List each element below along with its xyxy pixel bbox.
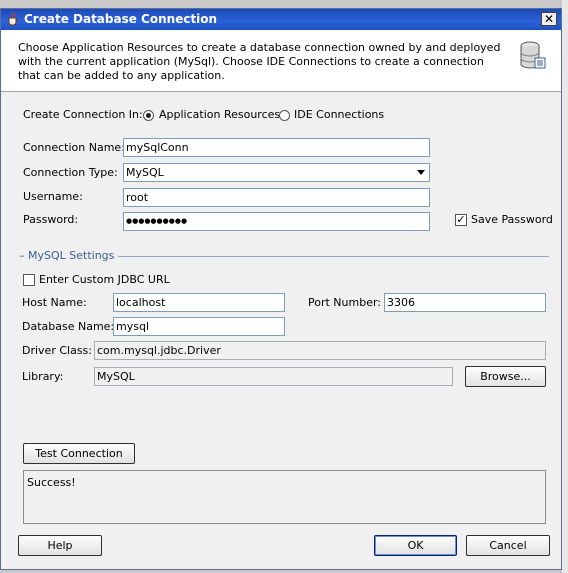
mysql-settings-title[interactable]: – MySQL Settings: [19, 249, 119, 263]
connection-type-value: MySQL: [126, 166, 164, 179]
create-database-connection-dialog: Create Database Connection ✕ Choose Appl…: [0, 8, 562, 570]
header-banner: Choose Application Resources to create a…: [1, 30, 561, 92]
driver-class-field: com.mysql.jdbc.Driver: [94, 341, 546, 360]
background-window: [562, 0, 568, 573]
close-button[interactable]: ✕: [541, 12, 557, 26]
java-cup-icon: [8, 12, 18, 26]
password-input[interactable]: ●●●●●●●●●●: [123, 212, 430, 231]
database-icon: [520, 41, 546, 69]
host-name-label: Host Name:: [22, 296, 87, 309]
banner-description: Choose Application Resources to create a…: [18, 41, 501, 82]
radio-application-resources-label[interactable]: Application Resources: [159, 108, 280, 122]
connection-type-select[interactable]: MySQL: [123, 163, 430, 182]
test-connection-button[interactable]: Test Connection: [23, 443, 135, 464]
library-field: MySQL: [94, 367, 453, 386]
connection-name-label: Connection Name:: [23, 141, 125, 154]
window-title: Create Database Connection: [24, 12, 218, 26]
host-name-input[interactable]: localhost: [113, 293, 285, 312]
save-password-label[interactable]: Save Password: [471, 213, 553, 227]
username-input[interactable]: root: [123, 188, 430, 207]
custom-jdbc-label[interactable]: Enter Custom JDBC URL: [39, 273, 170, 287]
create-connection-in-label: Create Connection In:: [23, 108, 143, 121]
port-number-input[interactable]: 3306: [384, 293, 546, 312]
port-number-label: Port Number:: [308, 296, 382, 309]
help-button[interactable]: Help: [18, 535, 102, 556]
test-result-text: Success!: [27, 476, 76, 489]
cancel-button[interactable]: Cancel: [466, 535, 550, 556]
radio-ide-connections-label[interactable]: IDE Connections: [294, 108, 384, 122]
radio-application-resources[interactable]: [143, 110, 154, 121]
chevron-down-icon: [417, 170, 425, 175]
radio-ide-connections[interactable]: [279, 110, 290, 121]
password-label: Password:: [23, 213, 79, 226]
title-bar[interactable]: Create Database Connection ✕: [1, 9, 561, 30]
save-password-checkbox[interactable]: ✓: [455, 214, 467, 226]
library-label: Library:: [22, 370, 64, 383]
connection-name-input[interactable]: mySqlConn: [123, 138, 430, 157]
connection-type-label: Connection Type:: [23, 166, 118, 179]
database-name-input[interactable]: mysql: [113, 317, 285, 336]
username-label: Username:: [23, 190, 83, 203]
ok-button[interactable]: OK: [374, 535, 457, 556]
custom-jdbc-checkbox[interactable]: [23, 274, 35, 286]
browse-button[interactable]: Browse...: [465, 366, 546, 387]
database-name-label: Database Name:: [22, 320, 115, 333]
close-icon: ✕: [543, 12, 555, 26]
driver-class-label: Driver Class:: [22, 344, 92, 357]
test-result-output: Success!: [23, 470, 546, 524]
